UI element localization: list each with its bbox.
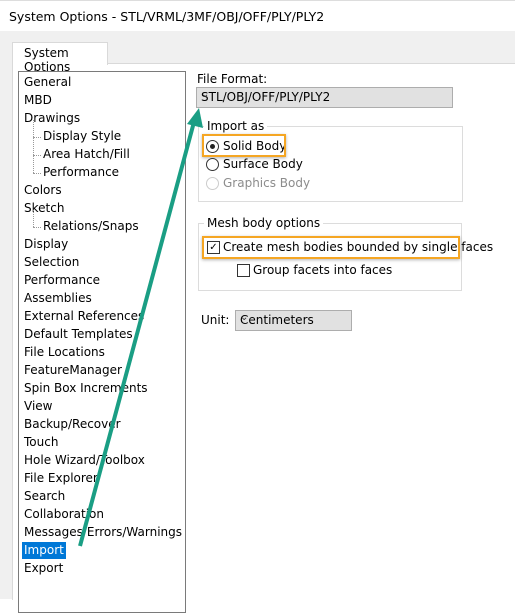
annotation-arrow	[78, 108, 203, 547]
arrow-line	[78, 121, 196, 547]
arrow-head-icon	[187, 108, 203, 128]
